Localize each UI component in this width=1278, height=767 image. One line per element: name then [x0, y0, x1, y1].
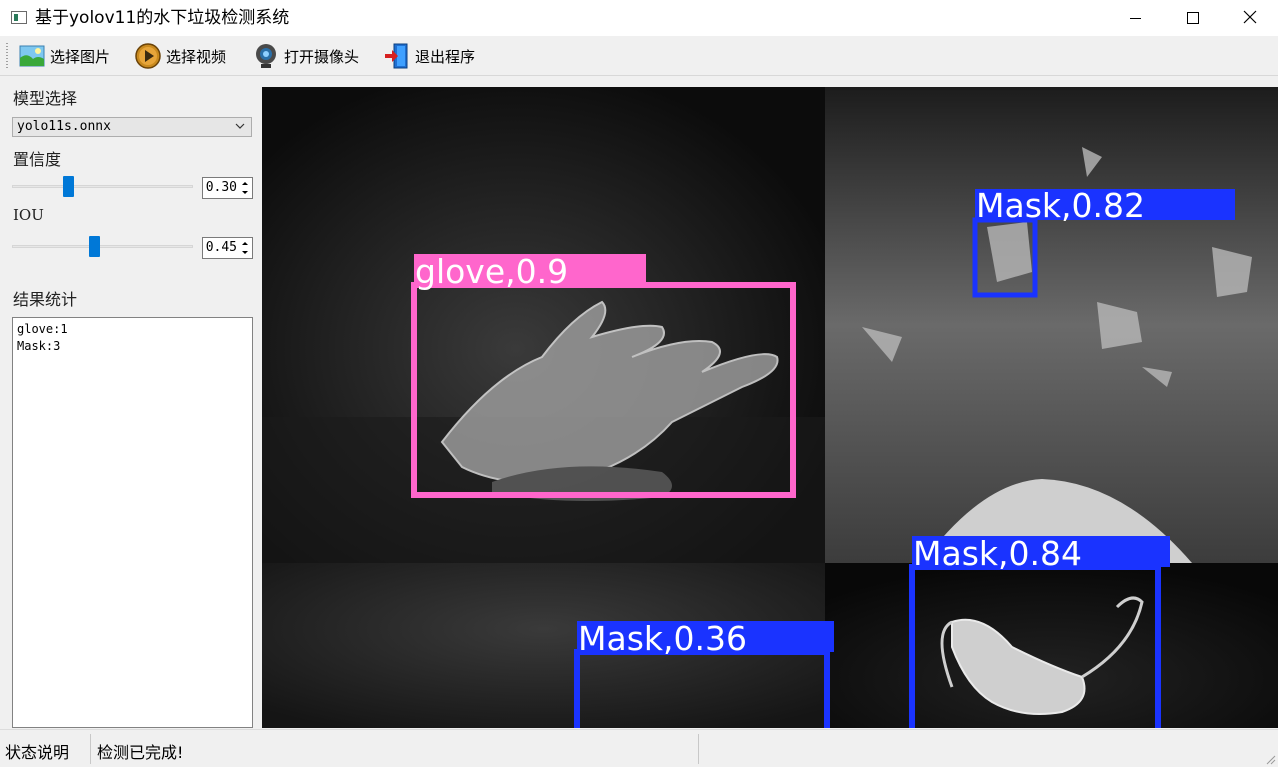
- detection-label: Mask,0.82: [976, 186, 1145, 225]
- close-button[interactable]: [1220, 0, 1278, 36]
- status-separator: [698, 734, 699, 764]
- chevron-down-icon: [235, 123, 245, 129]
- spin-down-icon[interactable]: [239, 248, 251, 257]
- minimize-icon: [1130, 18, 1141, 19]
- toolbar: 选择图片 选择视频 打开摄像头 退出程序: [0, 37, 1278, 76]
- iou-slider-track: [12, 245, 193, 248]
- status-caption: 状态说明: [5, 743, 70, 762]
- select-image-button[interactable]: 选择图片: [18, 40, 110, 72]
- title-bar: 基于yolov11的水下垃圾检测系统: [0, 0, 1278, 36]
- confidence-spinbox[interactable]: 0.30: [202, 177, 253, 199]
- confidence-slider-thumb[interactable]: [63, 176, 74, 197]
- window-title: 基于yolov11的水下垃圾检测系统: [35, 8, 290, 28]
- detection-label: Mask,0.36: [578, 619, 747, 658]
- confidence-value: 0.30: [205, 180, 237, 195]
- confidence-slider-track: [12, 185, 193, 188]
- model-select-dropdown[interactable]: yolo11s.onnx: [12, 117, 252, 137]
- iou-slider[interactable]: [12, 236, 193, 258]
- close-icon: [1243, 10, 1257, 24]
- model-select-label: 模型选择: [13, 89, 78, 108]
- settings-panel: 模型选择 yolo11s.onnx 置信度 0.30 IOU 0.45 结果统计…: [0, 76, 262, 729]
- iou-label: IOU: [13, 206, 44, 224]
- spin-up-icon[interactable]: [239, 179, 251, 188]
- confidence-slider[interactable]: [12, 176, 193, 198]
- detection-image-view: glove,0.9 Mask,0.82 Mask,0.84 Mask,0.36: [262, 87, 1278, 728]
- maximize-icon: [1187, 12, 1199, 24]
- minimize-button[interactable]: [1106, 0, 1164, 36]
- exit-program-label: 退出程序: [415, 47, 476, 66]
- open-camera-button[interactable]: 打开摄像头: [252, 40, 359, 72]
- detection-label: Mask,0.84: [913, 534, 1082, 573]
- select-video-button[interactable]: 选择视频: [134, 40, 226, 72]
- select-image-label: 选择图片: [50, 47, 111, 66]
- confidence-label: 置信度: [13, 150, 62, 169]
- select-video-label: 选择视频: [166, 47, 227, 66]
- result-stats-textbox[interactable]: glove:1 Mask:3: [12, 317, 253, 728]
- open-camera-label: 打开摄像头: [284, 47, 360, 66]
- iou-spinbox[interactable]: 0.45: [202, 237, 253, 259]
- model-select-value: yolo11s.onnx: [17, 119, 111, 134]
- exit-door-icon: [385, 43, 408, 69]
- stat-line: glove:1: [17, 322, 68, 336]
- detection-image: glove,0.9 Mask,0.82 Mask,0.84 Mask,0.36: [262, 87, 1278, 728]
- webcam-icon: [256, 44, 276, 68]
- spin-up-icon[interactable]: [239, 239, 251, 248]
- status-message: 检测已完成!: [97, 743, 184, 762]
- spin-down-icon[interactable]: [239, 188, 251, 197]
- toolbar-grip[interactable]: [6, 43, 8, 69]
- stat-line: Mask:3: [17, 339, 61, 353]
- result-stats-label: 结果统计: [13, 290, 78, 309]
- status-bar: 状态说明 检测已完成!: [0, 729, 1278, 767]
- iou-value: 0.45: [205, 240, 237, 255]
- play-video-icon: [135, 43, 161, 69]
- maximize-button[interactable]: [1164, 0, 1222, 36]
- status-separator: [90, 734, 91, 764]
- resize-grip-icon[interactable]: [1264, 753, 1276, 765]
- exit-program-button[interactable]: 退出程序: [383, 40, 475, 72]
- image-icon: [19, 45, 45, 67]
- iou-slider-thumb[interactable]: [89, 236, 100, 257]
- detection-label: glove,0.9: [415, 252, 568, 291]
- app-icon: [11, 11, 27, 24]
